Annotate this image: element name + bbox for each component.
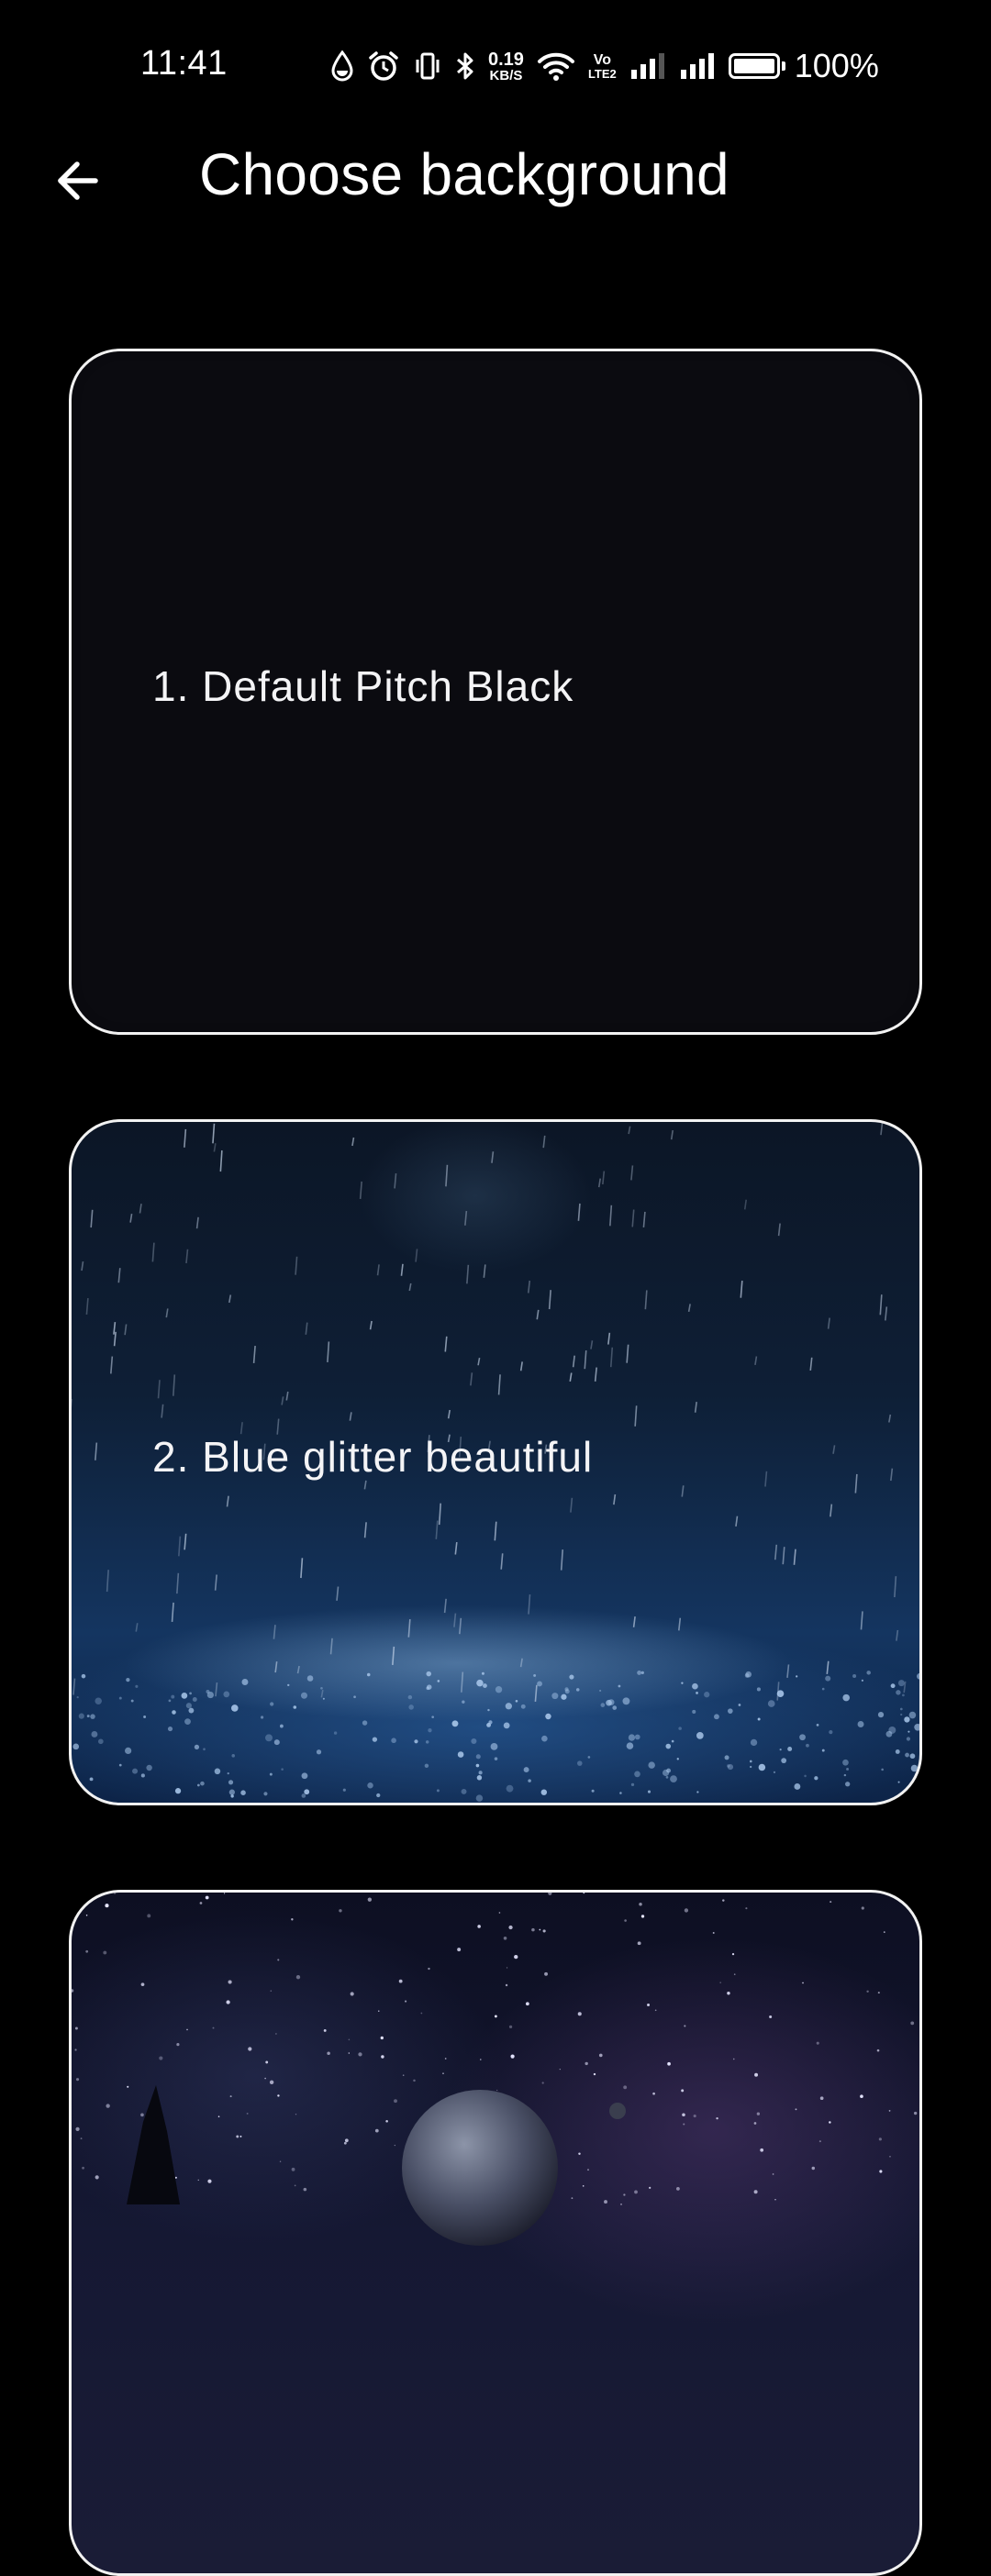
background-option-label: 1. Default Pitch Black (152, 661, 573, 711)
vibrate-icon (413, 46, 442, 86)
app-bar: Choose background (0, 133, 991, 214)
arrow-left-icon (53, 157, 101, 205)
page-title: Choose background (199, 140, 729, 208)
background-option-label: 2. Blue glitter beautiful (152, 1432, 593, 1482)
background-option-pitch-black[interactable]: 1. Default Pitch Black (69, 349, 922, 1035)
background-option-blue-glitter[interactable]: 2. Blue glitter beautiful (69, 1119, 922, 1805)
rock-silhouette (127, 2085, 180, 2204)
background-preview-space (72, 1893, 922, 2576)
volte-bottom-label: LTE2 (588, 68, 617, 80)
bluetooth-icon (455, 46, 475, 86)
network-speed: 0.19 KB/S (488, 46, 524, 86)
battery-indicator: 100% (729, 46, 879, 86)
status-time: 11:41 (140, 44, 228, 83)
data-saver-icon (330, 46, 354, 86)
volte-indicator: Vo LTE2 (588, 46, 617, 86)
battery-fill (734, 59, 774, 73)
network-speed-value: 0.19 (488, 50, 524, 69)
alarm-icon (367, 46, 400, 86)
back-button[interactable] (42, 146, 112, 216)
planet-shape (402, 2090, 558, 2246)
status-bar: 11:41 (0, 0, 991, 133)
status-icons: 0.19 KB/S Vo LTE2 (330, 46, 879, 86)
battery-icon (729, 53, 780, 79)
battery-percent: 100% (795, 47, 879, 85)
network-speed-unit: KB/S (490, 69, 523, 83)
wifi-icon (537, 46, 575, 86)
signal-icon (679, 46, 716, 86)
volte-top-label: Vo (594, 53, 611, 68)
background-option-space[interactable] (69, 1890, 922, 2576)
signal-icon (629, 46, 666, 86)
battery-cap (782, 61, 785, 71)
moon-shape (609, 2103, 626, 2119)
